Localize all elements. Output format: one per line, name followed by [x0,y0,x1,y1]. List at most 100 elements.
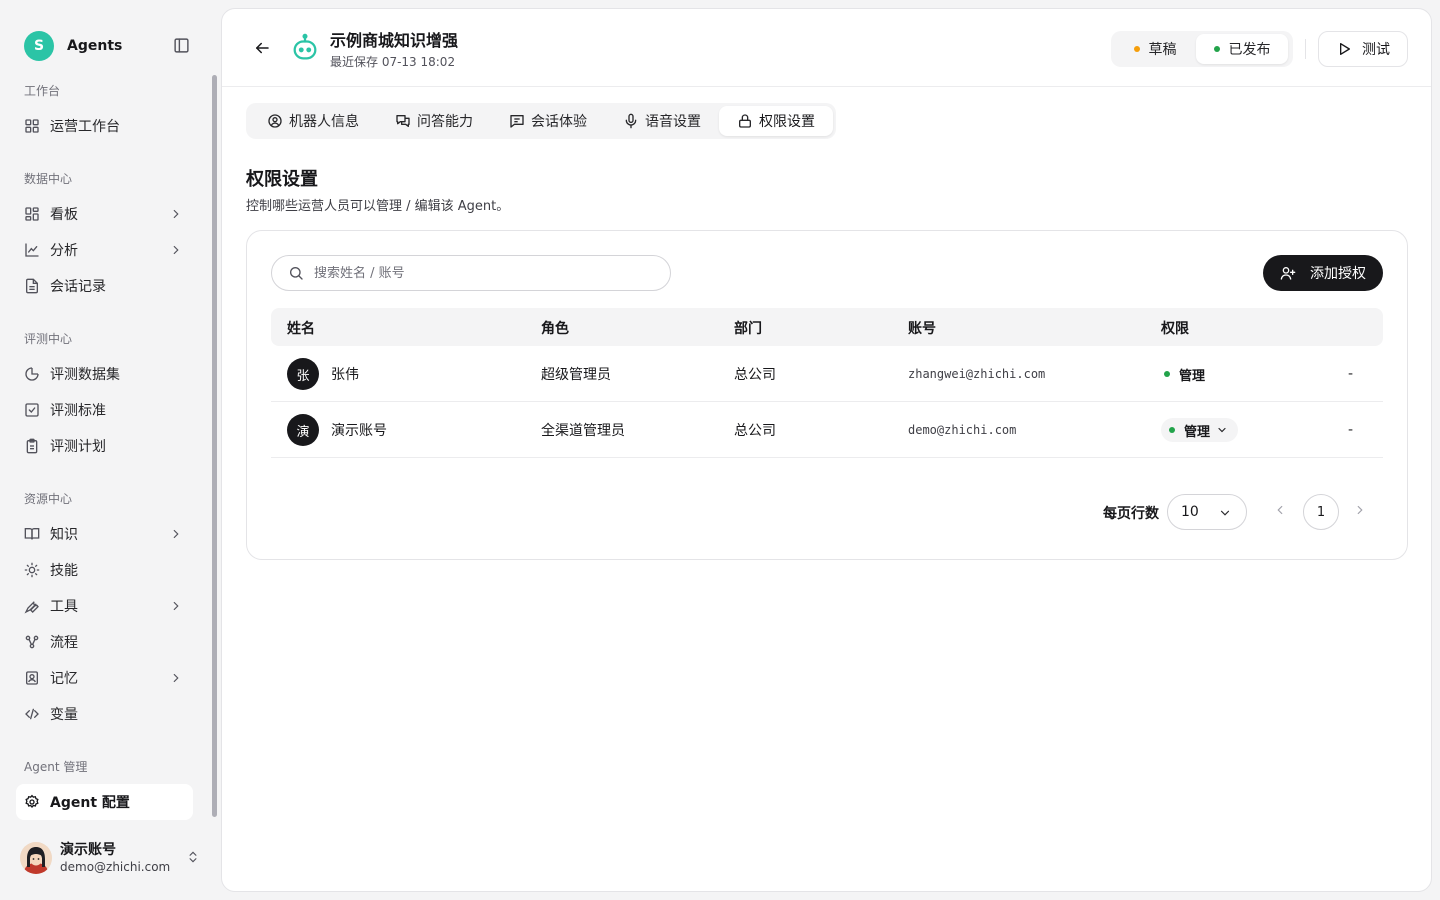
tab-label: 问答能力 [417,114,473,130]
sidebar-item-label: 分析 [50,243,78,259]
sidebar-item-label: 工具 [50,599,78,615]
avatar [20,842,52,874]
status-published-button[interactable]: 已发布 [1196,34,1288,64]
sidebar-item-skills[interactable]: 技能 [16,552,193,588]
sidebar-item-board[interactable]: 看板 [16,196,193,232]
sidebar-item-label: 变量 [50,707,78,723]
table-header: 姓名 角色 部门 账号 权限 [271,308,1383,346]
sidebar-item-label: 技能 [50,563,78,579]
tab-label: 权限设置 [759,114,815,130]
dashboard-icon [24,118,40,134]
page-title: 权限设置 [246,169,318,190]
board-icon [24,206,40,222]
last-saved-text: 最近保存 07-13 18:02 [330,55,456,69]
permissions-card: 添加授权 姓名 角色 部门 账号 权限 张 张伟 超级管理员 总公司 zhang… [246,230,1408,560]
tab-label: 会话体验 [531,114,587,130]
tab-qa[interactable]: 问答能力 [377,106,491,136]
lock-icon [737,113,753,129]
workflow-icon [24,634,40,650]
sidebar-toggle-icon[interactable] [173,37,190,54]
back-arrow-icon[interactable] [253,39,271,57]
chevron-right-icon [169,243,183,257]
robot-icon [290,33,320,63]
section-title-eval: 评测中心 [24,332,73,346]
draft-dot-icon [1133,46,1140,52]
table-row: 演 演示账号 全渠道管理员 总公司 demo@zhichi.com 管理 - [271,402,1383,458]
current-page-button[interactable]: 1 [1303,494,1339,530]
avatar: 张 [287,358,319,390]
page-size-select[interactable]: 10 [1167,494,1247,530]
search-icon [288,265,304,281]
rows-per-page-label: 每页行数 [1103,506,1159,522]
clipboard-icon [24,438,40,454]
brand[interactable]: S Agents [24,31,122,61]
test-button-label: 测试 [1362,42,1390,58]
tab-label: 机器人信息 [289,114,359,130]
checkbox-icon [24,402,40,418]
sidebar-item-label: 会话记录 [50,279,106,295]
chevron-right-icon [169,671,183,685]
column-header-name: 姓名 [287,321,315,337]
table-row: 张 张伟 超级管理员 总公司 zhangwei@zhichi.com 管理 - [271,346,1383,402]
message-square-icon [509,113,525,129]
status-draft-label: 草稿 [1148,42,1177,58]
status-toggle: 草稿 已发布 [1111,31,1293,67]
published-dot-icon [1213,46,1220,52]
section-title-data: 数据中心 [24,172,73,186]
user-name: 演示账号 [331,423,387,439]
cell-permission: 管理 [1161,402,1239,458]
sidebar-item-label: 看板 [50,207,78,223]
cell-dept: 总公司 [734,423,776,439]
sidebar-item-label: 评测计划 [50,439,106,455]
sidebar-item-sessions[interactable]: 会话记录 [16,268,193,304]
sidebar-item-eval-criteria[interactable]: 评测标准 [16,392,193,428]
sidebar-item-eval-plan[interactable]: 评测计划 [16,428,193,464]
section-title-resources: 资源中心 [24,492,73,506]
sun-icon [24,562,40,578]
user-name: 演示账号 [60,842,116,858]
sidebar-item-ops-workbench[interactable]: 运营工作台 [16,108,193,144]
document-icon [24,278,40,294]
tab-permissions[interactable]: 权限设置 [719,106,833,136]
tab-conversation[interactable]: 会话体验 [491,106,605,136]
cell-action: - [1348,422,1354,438]
sidebar-item-workflow[interactable]: 流程 [16,624,193,660]
sidebar-item-eval-dataset[interactable]: 评测数据集 [16,356,193,392]
cell-name: 张 张伟 [287,346,359,402]
sidebar-item-memory[interactable]: 记忆 [16,660,193,696]
cell-permission: 管理 [1164,346,1205,402]
chevron-right-icon[interactable] [1353,503,1367,517]
cell-dept: 总公司 [734,367,776,383]
sidebar: S Agents 工作台 运营工作台 数据中心 看板 分析 会话记录 评测中心 … [0,0,220,900]
sidebar-item-agent-config[interactable]: Agent 配置 [16,784,193,820]
add-authorization-button[interactable]: 添加授权 [1263,255,1383,291]
add-authorization-label: 添加授权 [1310,266,1366,282]
sidebar-item-knowledge[interactable]: 知识 [16,516,193,552]
search-input[interactable] [314,265,654,281]
column-header-dept: 部门 [734,321,762,337]
permission-select[interactable]: 管理 [1161,418,1239,442]
cell-role: 超级管理员 [541,367,611,383]
header: 示例商城知识增强 最近保存 07-13 18:02 草稿 已发布 测试 [222,9,1431,87]
status-draft-button[interactable]: 草稿 [1114,34,1196,64]
agent-title: 示例商城知识增强 [330,31,459,50]
user-menu[interactable]: 演示账号 demo@zhichi.com [20,840,204,876]
page-description: 控制哪些运营人员可以管理 / 编辑该 Agent。 [246,199,510,214]
tab-bot-info[interactable]: 机器人信息 [249,106,377,136]
tab-voice[interactable]: 语音设置 [605,106,719,136]
memory-icon [24,670,40,686]
sidebar-item-label: Agent 配置 [50,795,130,811]
sidebar-item-variables[interactable]: 变量 [16,696,193,732]
tab-label: 语音设置 [645,114,701,130]
test-button[interactable]: 测试 [1318,31,1408,67]
book-icon [24,526,40,542]
chevrons-up-down-icon [186,850,200,864]
sidebar-scrollbar[interactable] [212,75,217,817]
chevron-left-icon[interactable] [1273,503,1287,517]
gear-icon [24,794,40,810]
search-field[interactable] [271,255,671,291]
sidebar-item-tools[interactable]: 工具 [16,588,193,624]
column-header-account: 账号 [908,321,936,337]
column-header-permission: 权限 [1161,321,1189,337]
sidebar-item-analysis[interactable]: 分析 [16,232,193,268]
